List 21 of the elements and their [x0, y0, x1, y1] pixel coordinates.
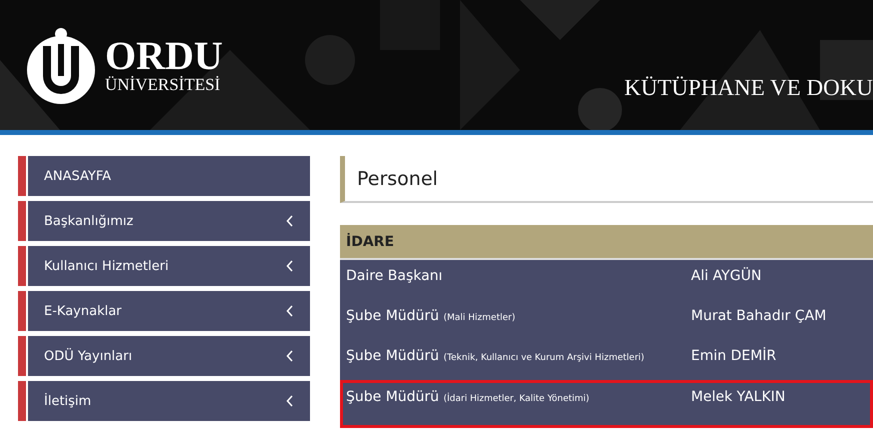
chevron-left-icon: [286, 350, 294, 362]
table-cell: Emin DEMİR: [691, 348, 776, 364]
sidebar-item[interactable]: Kullanıcı Hizmetleri: [18, 246, 310, 286]
site-title: KÜTÜPHANE VE DOKU: [624, 74, 873, 100]
sidebar-item[interactable]: ODÜ Yayınları: [18, 336, 310, 376]
sidebar-item[interactable]: E-Kaynaklar: [18, 291, 310, 331]
table-cell: Melek YALKIN: [691, 389, 786, 405]
chevron-left-icon: [286, 305, 294, 317]
sidebar-item[interactable]: Başkanlığımız: [18, 201, 310, 241]
table-cell: Murat Bahadır ÇAM: [691, 308, 826, 324]
table-cell-text: Daire Başkanı: [346, 268, 444, 284]
sidebar-item[interactable]: ANASAYFA: [18, 156, 310, 196]
logo-wordmark: ORDU: [105, 36, 223, 76]
chevron-left-icon: [286, 215, 294, 227]
page-title: Personel: [340, 156, 873, 203]
sidebar-item[interactable]: İletişim: [18, 381, 310, 421]
logo-subtitle: ÜNİVERSİTESİ: [105, 76, 222, 94]
chevron-left-icon: [286, 260, 294, 272]
table-cell: Ali AYGÜN: [691, 268, 762, 284]
table-section-header: İDARE: [340, 225, 873, 260]
chevron-left-icon: [286, 395, 294, 407]
